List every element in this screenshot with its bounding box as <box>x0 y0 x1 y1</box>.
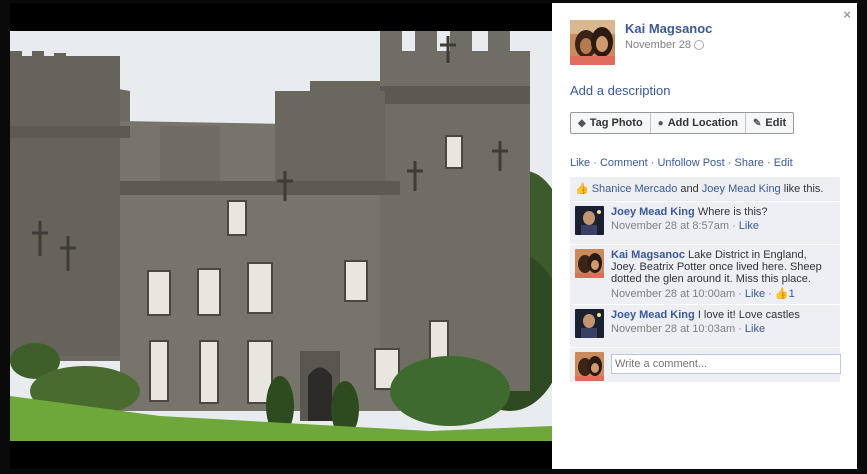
post-date[interactable]: November 28 <box>625 39 705 51</box>
write-comment-row <box>570 347 841 382</box>
post-actions: Like · Comment · Unfollow Post · Share ·… <box>570 157 793 169</box>
separator: · <box>766 157 771 169</box>
separator: · <box>593 157 597 169</box>
public-globe-icon[interactable] <box>694 40 705 51</box>
add-location-button[interactable]: ● Add Location <box>651 113 746 133</box>
thumbs-up-icon: 👍 <box>774 288 789 300</box>
comment-meta: November 28 at 8:57am · Like <box>611 220 759 232</box>
tag-photo-button[interactable]: ◆ Tag Photo <box>571 113 651 133</box>
viewer-avatar <box>575 352 604 381</box>
comment-text: Where is this? <box>697 206 768 218</box>
comment-author[interactable]: Kai Magsanoc <box>611 249 685 261</box>
feedback-box: 👍 Shanice Mercado and Joey Mead King like… <box>570 177 841 382</box>
close-icon[interactable]: × <box>843 7 851 22</box>
like-link[interactable]: Like <box>570 157 590 169</box>
likes-suffix: like this. <box>783 183 824 195</box>
comment-meta: November 28 at 10:00am · Like · 👍1 <box>611 288 795 300</box>
location-pin-icon: ● <box>657 117 664 129</box>
comment-link[interactable]: Comment <box>600 157 648 169</box>
photo-action-bar: ◆ Tag Photo ● Add Location ✎ Edit <box>570 112 795 134</box>
share-link[interactable]: Share <box>735 157 764 169</box>
comment-like-link[interactable]: Like <box>745 288 765 300</box>
edit-post-link[interactable]: Edit <box>774 157 793 169</box>
comment-item: Joey Mead King Where is this? November 2… <box>570 201 840 244</box>
separator: · <box>727 157 732 169</box>
comment-time[interactable]: November 28 at 10:03am <box>611 323 735 335</box>
unfollow-post-link[interactable]: Unfollow Post <box>657 157 724 169</box>
separator: · <box>650 157 655 169</box>
thumbs-up-icon: 👍 <box>575 183 589 195</box>
comment-input[interactable] <box>611 354 841 374</box>
commenter-avatar[interactable] <box>575 206 604 235</box>
add-location-label: Add Location <box>667 117 738 129</box>
pencil-icon: ✎ <box>753 117 762 129</box>
comment-like-link[interactable]: Like <box>745 323 765 335</box>
comment-like-link[interactable]: Like <box>739 220 759 232</box>
post-date-text[interactable]: November 28 <box>625 39 691 51</box>
comment-author[interactable]: Joey Mead King <box>611 206 695 218</box>
comment-meta: November 28 at 10:03am · Like <box>611 323 766 335</box>
likes-and: and <box>680 183 699 195</box>
likes-count: 1 <box>788 288 795 300</box>
comment-time[interactable]: November 28 at 8:57am <box>611 220 729 232</box>
edit-label: Edit <box>765 117 787 129</box>
commenter-avatar[interactable] <box>575 249 604 278</box>
add-description-link[interactable]: Add a description <box>570 83 670 98</box>
likes-sentence: 👍 Shanice Mercado and Joey Mead King like… <box>570 177 840 201</box>
tag-photo-label: Tag Photo <box>589 117 643 129</box>
comment-time[interactable]: November 28 at 10:00am <box>611 288 735 300</box>
comment-text: I love it! Love castles <box>697 309 800 321</box>
owner-avatar[interactable] <box>570 20 615 65</box>
owner-name[interactable]: Kai Magsanoc <box>625 21 712 36</box>
comment-likes-count[interactable]: 👍1 <box>775 288 795 300</box>
comment-author[interactable]: Joey Mead King <box>611 309 695 321</box>
comment-item: Kai Magsanoc Lake District in England, J… <box>570 244 840 304</box>
edit-button[interactable]: ✎ Edit <box>746 113 793 133</box>
tag-icon: ◆ <box>578 117 586 129</box>
castle-photo[interactable] <box>10 31 552 441</box>
photo-sidebar: × Kai Magsanoc November 28 Add a descrip… <box>552 3 857 469</box>
liker-name[interactable]: Joey Mead King <box>702 183 781 195</box>
photo-pane <box>10 3 552 469</box>
commenter-avatar[interactable] <box>575 309 604 338</box>
photo-viewer: × Kai Magsanoc November 28 Add a descrip… <box>0 0 867 474</box>
liker-name[interactable]: Shanice Mercado <box>592 183 678 195</box>
comment-item: Joey Mead King I love it! Love castles N… <box>570 304 840 347</box>
